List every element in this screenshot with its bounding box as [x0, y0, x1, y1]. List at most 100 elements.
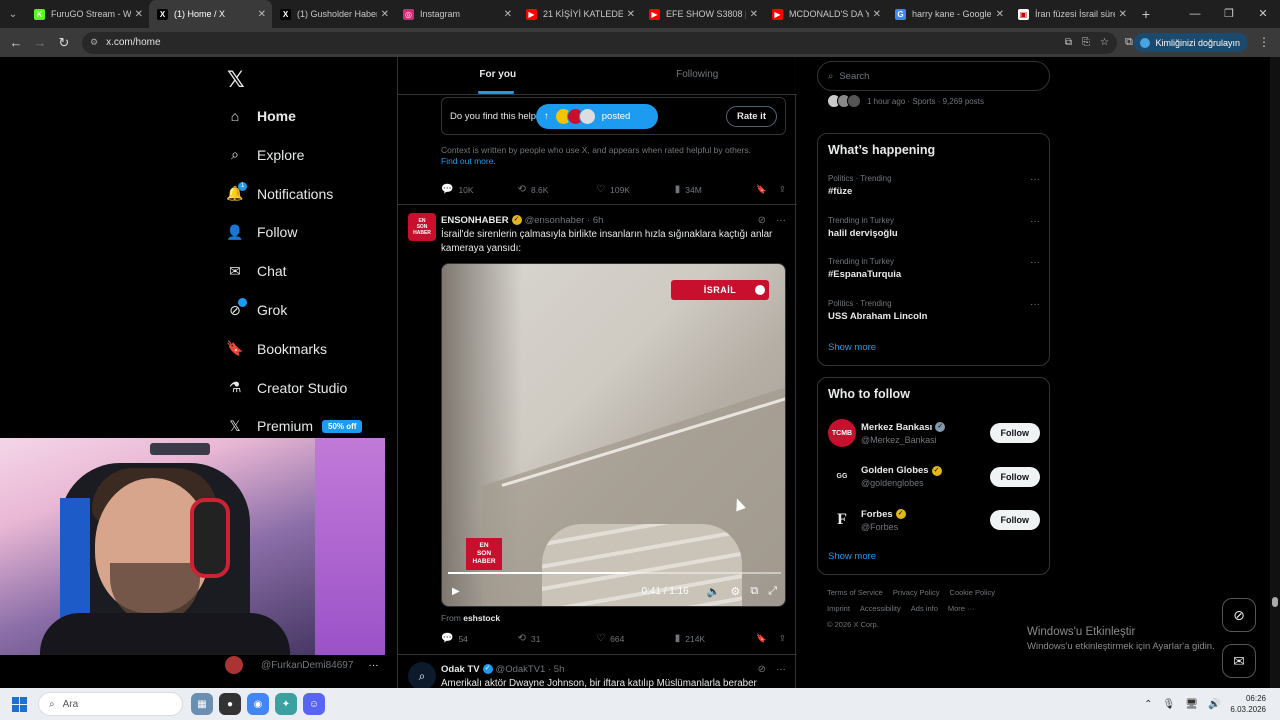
close-tab-icon[interactable]: ✕ — [504, 9, 512, 20]
chrome-icon[interactable]: ◉ — [247, 693, 269, 715]
verify-identity-button[interactable]: Kimliğinizi doğrulayın — [1134, 33, 1248, 52]
grok-icon[interactable]: ⊘ — [758, 215, 766, 226]
chevron-up-icon[interactable]: ⌃ — [1144, 699, 1152, 710]
video-player[interactable]: İSRAİL EN SON HABER ▶ 0:41 / 1:16 🔈 ⚙ ⧉ … — [441, 263, 786, 607]
cast-icon[interactable]: ⎘ — [1082, 37, 1090, 48]
more-icon[interactable]: ··· — [776, 215, 786, 226]
browser-tab[interactable]: K FuruGO Stream - Wa ✕ — [26, 0, 149, 28]
browser-tab[interactable]: ▣ İran füzesi İsrail süre ✕ — [1010, 0, 1133, 28]
account-name[interactable]: Merkez Bankası — [861, 422, 932, 433]
taskbar-search[interactable]: ⌕ Ara — [38, 692, 183, 716]
browser-tab[interactable]: ▶ 21 KİŞİYİ KATLEDEN ✕ — [518, 0, 641, 28]
pip-icon[interactable]: ⧉ — [750, 585, 758, 598]
trend-item[interactable]: Politics · Trending USS Abraham Lincoln ··… — [828, 299, 1040, 322]
nav-item-follow[interactable]: 👤 Follow — [224, 217, 297, 247]
browser-tab[interactable]: Gharry kane - Google ✕ — [887, 0, 1010, 28]
nav-item-chat[interactable]: ✉ Chat — [224, 256, 286, 286]
settings-icon[interactable]: ⚙ — [730, 585, 740, 598]
find-out-more-link[interactable]: Find out more. — [441, 156, 786, 167]
page-scrollbar[interactable] — [1270, 57, 1280, 688]
share-icon[interactable]: ⇪ — [779, 184, 786, 195]
avatar[interactable]: F — [828, 506, 856, 534]
trend-item[interactable]: Trending in Turkey halil dervişoğlu ··· — [828, 216, 1040, 239]
footer-link[interactable]: Terms of Service — [827, 588, 883, 597]
more-icon[interactable]: ··· — [776, 664, 786, 675]
footer-link[interactable]: Cookie Policy — [950, 588, 995, 597]
more-icon[interactable]: ··· — [1030, 216, 1040, 227]
fullscreen-icon[interactable]: ⤢ — [768, 585, 777, 598]
reload-button[interactable]: ↻ — [52, 35, 76, 51]
avatar[interactable]: EN SON HABER — [408, 213, 436, 241]
bookmark-icon[interactable]: 🔖 — [756, 184, 767, 195]
close-tab-icon[interactable]: ✕ — [996, 9, 1004, 20]
author-name[interactable]: Odak TV — [441, 664, 480, 675]
tab-search-button[interactable]: ⌄ — [0, 0, 26, 28]
nav-item-premium[interactable]: 𝕏 Premium 50% off — [224, 411, 363, 441]
footer-link[interactable]: More ··· — [948, 604, 975, 613]
nav-item-creator-studio[interactable]: ⚗ Creator Studio — [224, 373, 348, 403]
maximize-button[interactable]: ❐ — [1212, 0, 1246, 28]
search-input[interactable]: ⌕ Search — [817, 61, 1050, 91]
author-handle[interactable]: @ensonhaber — [525, 215, 585, 226]
video-progress-bar[interactable] — [448, 572, 781, 574]
grok-fab[interactable]: ⊘ — [1222, 598, 1256, 632]
author-handle[interactable]: @OdakTV1 — [496, 664, 546, 675]
bookmark-icon[interactable]: 🔖 — [756, 633, 767, 644]
footer-link[interactable]: Privacy Policy — [893, 588, 940, 597]
site-info-icon[interactable]: ⚙ — [90, 37, 98, 48]
follow-button[interactable]: Follow — [989, 510, 1040, 530]
browser-tab[interactable]: ◎ Instagram ✕ — [395, 0, 518, 28]
browser-tab[interactable]: ▶ EFE SHOW S3808 | M ✕ — [641, 0, 764, 28]
forward-button[interactable]: → — [28, 35, 52, 50]
network-icon[interactable]: 🖥 — [1185, 699, 1198, 710]
like-button[interactable]: ♡ 109K — [596, 184, 675, 195]
clock[interactable]: 06:26 6.03.2026 — [1230, 693, 1266, 715]
browser-tab[interactable]: X (1) Home / X ✕ — [149, 0, 272, 28]
avatar[interactable]: TCMB — [828, 419, 856, 447]
close-tab-icon[interactable]: ✕ — [258, 9, 266, 20]
new-posts-pill[interactable]: ↑ posted — [536, 104, 658, 129]
who-to-follow-item[interactable]: GG Golden Globes ✓ @goldenglobes Follow — [828, 462, 1040, 492]
source-account-link[interactable]: eshstock — [463, 613, 500, 623]
follow-button[interactable]: Follow — [989, 466, 1040, 487]
close-tab-icon[interactable]: ✕ — [135, 9, 143, 20]
play-icon[interactable]: ▶ — [452, 586, 460, 597]
close-tab-icon[interactable]: ✕ — [627, 9, 635, 20]
tab-following[interactable]: Following — [598, 57, 798, 94]
account-name[interactable]: Forbes — [861, 509, 893, 520]
tab-for-you[interactable]: For you — [398, 57, 598, 94]
minimize-button[interactable]: — — [1178, 0, 1212, 28]
views-button[interactable]: ▮ 34M — [675, 184, 757, 195]
browser-tab[interactable]: X (1) Gusholder Haber ✕ — [272, 0, 395, 28]
footer-link[interactable]: Imprint — [827, 604, 850, 613]
more-icon[interactable]: ··· — [1030, 174, 1040, 185]
like-button[interactable]: ♡ 664 — [596, 633, 675, 644]
trend-item[interactable]: Politics · Trending #füze ··· — [828, 174, 1040, 197]
post-time[interactable]: 5h — [554, 664, 565, 675]
trend-item[interactable]: Trending in Turkey #EspanaTurquia ··· — [828, 257, 1040, 280]
translate-icon[interactable]: ⧉ — [1065, 37, 1072, 48]
nav-item-notifications[interactable]: 🔔 1 Notifications — [224, 179, 333, 209]
show-more-link[interactable]: Show more — [828, 342, 876, 353]
close-tab-icon[interactable]: ✕ — [1119, 9, 1127, 20]
messages-fab[interactable]: ✉ — [1222, 644, 1256, 678]
repost-button[interactable]: ⟲ 31 — [518, 633, 597, 644]
microphone-icon[interactable]: 🎙 — [1163, 699, 1176, 710]
author-name[interactable]: ENSONHABER — [441, 215, 509, 226]
account-more-icon[interactable]: ··· — [368, 660, 378, 671]
extensions-icon[interactable]: ⧉ — [1125, 36, 1133, 49]
grok-icon[interactable]: ⊘ — [758, 664, 766, 675]
post-time[interactable]: 6h — [593, 215, 604, 226]
footer-link[interactable]: Ads info — [911, 604, 938, 613]
new-tab-button[interactable]: + — [1133, 6, 1159, 22]
app-icon[interactable]: ● — [219, 693, 241, 715]
bookmark-star-icon[interactable]: ☆ — [1100, 37, 1109, 48]
more-icon[interactable]: ··· — [1030, 257, 1040, 268]
volume-icon[interactable]: 🔊 — [1208, 699, 1220, 710]
news-app-icon[interactable]: ▦ — [191, 693, 213, 715]
footer-link[interactable]: Accessibility — [860, 604, 901, 613]
discord-icon[interactable]: ☺ — [303, 693, 325, 715]
start-button[interactable] — [0, 696, 38, 712]
close-tab-icon[interactable]: ✕ — [873, 9, 881, 20]
nav-item-bookmarks[interactable]: 🔖 Bookmarks — [224, 334, 327, 364]
